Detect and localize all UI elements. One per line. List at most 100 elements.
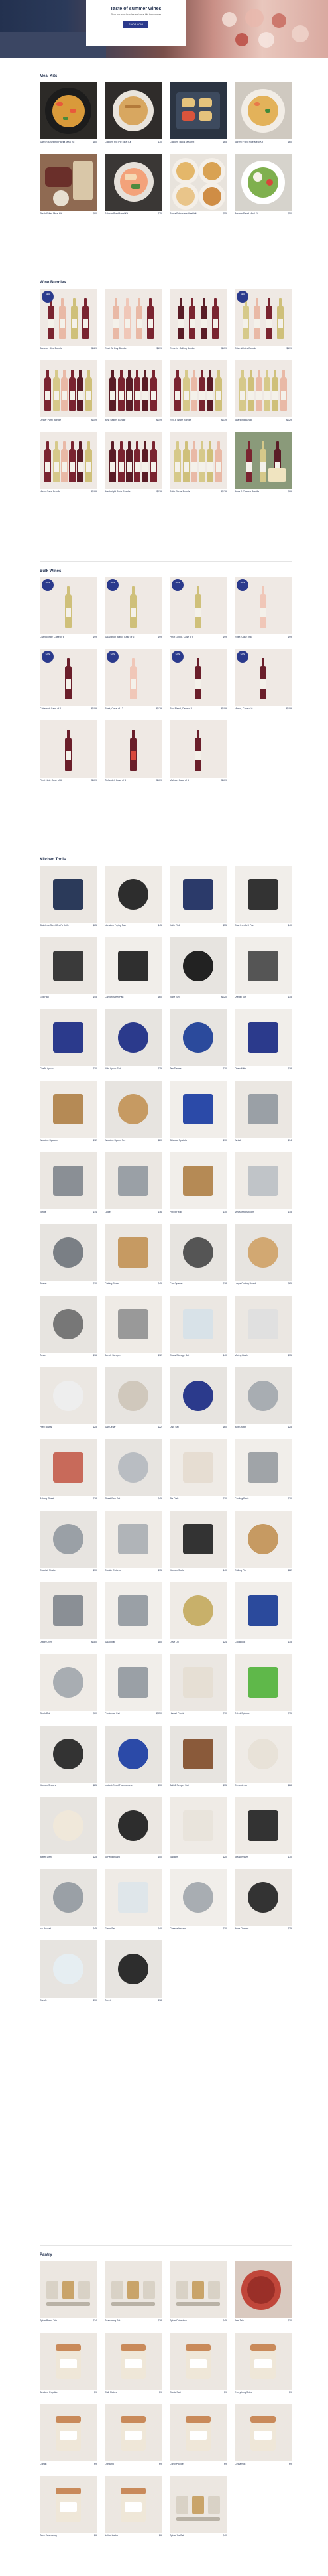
product-card[interactable]: Instant-Read Thermometer $30 — [105, 1726, 162, 1795]
product-card[interactable]: Chef's Apron $30 — [40, 1009, 97, 1078]
product-image[interactable] — [105, 2476, 162, 2533]
product-name[interactable]: Knife Set — [170, 996, 212, 998]
product-image[interactable] — [105, 1224, 162, 1281]
product-name[interactable]: Patio Pours Bundle — [170, 490, 212, 493]
product-name[interactable]: Chef's Apron — [40, 1067, 82, 1070]
product-card[interactable]: Serving Board $50 — [105, 1797, 162, 1866]
product-card[interactable]: Everything Spice $9 — [235, 2333, 292, 2402]
product-card[interactable]: Mixing Bowls $35 — [235, 1296, 292, 1365]
product-image[interactable] — [105, 1940, 162, 1998]
product-image[interactable] — [105, 2261, 162, 2318]
product-card[interactable]: SAVE Red Blend, Case of 6 $109 — [170, 649, 227, 718]
product-card[interactable]: Chili Flakes $9 — [105, 2333, 162, 2402]
product-card[interactable]: Wine Opener $25 — [235, 1869, 292, 1938]
product-image[interactable] — [170, 360, 227, 417]
product-name[interactable]: Glass Set — [105, 1927, 147, 1930]
product-image[interactable] — [170, 1726, 227, 1783]
product-card[interactable]: Spice Jar Set $40 — [170, 2476, 227, 2545]
product-image[interactable] — [40, 1511, 97, 1568]
product-name[interactable]: Peeler — [40, 1282, 82, 1285]
product-name[interactable]: Rosé, Case of 12 — [105, 707, 147, 710]
hero-shop-button[interactable]: SHOP NOW — [123, 20, 149, 28]
product-card[interactable]: Salad Spinner $35 — [235, 1654, 292, 1723]
product-name[interactable]: Smoked Paprika — [40, 2391, 82, 2394]
product-card[interactable]: Shrimp Fried Rice Meal Kit $60 — [235, 82, 292, 151]
product-name[interactable]: Glass Storage Set — [170, 1354, 212, 1357]
product-card[interactable]: Measuring Spoons $15 — [235, 1152, 292, 1221]
product-name[interactable]: Cookware Set — [105, 1712, 147, 1715]
product-name[interactable]: Ice Bucket — [40, 1927, 82, 1930]
product-card[interactable]: Cookware Set $350 — [105, 1654, 162, 1723]
product-image[interactable] — [40, 1582, 97, 1639]
product-image[interactable] — [40, 720, 97, 778]
product-name[interactable]: Salt & Pepper Set — [170, 1784, 212, 1787]
product-card[interactable]: Silicone Spatula $10 — [170, 1081, 227, 1150]
product-image[interactable] — [235, 1224, 292, 1281]
product-image[interactable] — [235, 1367, 292, 1424]
product-image[interactable] — [40, 1296, 97, 1353]
product-card[interactable]: SAVE Pinot Grigio, Case of 6 $99 — [170, 577, 227, 646]
product-image[interactable] — [235, 360, 292, 417]
product-name[interactable]: Mixing Bowls — [235, 1354, 277, 1357]
product-name[interactable]: Steak Frites Meal Kit — [40, 212, 82, 215]
product-name[interactable]: Cabernet, Case of 6 — [40, 707, 82, 710]
product-name[interactable]: Chicken Pot Pie Meal Kit — [105, 141, 147, 143]
product-image[interactable] — [105, 2333, 162, 2390]
product-image[interactable] — [105, 720, 162, 778]
product-card[interactable]: Salmon Bowl Meal Kit $75 — [105, 154, 162, 223]
product-name[interactable]: Red & White Bundle — [170, 419, 212, 421]
product-image[interactable] — [40, 1869, 97, 1926]
product-card[interactable]: Peeler $10 — [40, 1224, 97, 1293]
product-card[interactable]: Smoked Paprika $9 — [40, 2333, 97, 2402]
product-image[interactable] — [105, 1439, 162, 1496]
product-name[interactable]: Grill Pan — [40, 996, 82, 998]
product-name[interactable]: Tongs — [40, 1211, 82, 1213]
product-card[interactable]: Rosé All Day Bundle $119 — [105, 289, 162, 358]
product-name[interactable]: Curry Powder — [170, 2463, 212, 2465]
product-name[interactable]: Pepper Mill — [170, 1211, 212, 1213]
product-image[interactable] — [105, 432, 162, 489]
product-card[interactable]: Wine & Cheese Bundle $99 — [235, 432, 292, 501]
product-name[interactable]: Silicone Spatula — [170, 1139, 212, 1142]
product-image[interactable] — [105, 1009, 162, 1066]
product-image[interactable] — [40, 2333, 97, 2390]
product-card[interactable]: Rolling Pin $22 — [235, 1511, 292, 1580]
product-name[interactable]: Large Cutting Board — [235, 1282, 277, 1285]
product-name[interactable]: Measuring Spoons — [235, 1211, 277, 1213]
product-image[interactable] — [105, 1726, 162, 1783]
product-name[interactable]: Zinfandel, Case of 6 — [105, 779, 147, 781]
product-image[interactable] — [235, 2404, 292, 2461]
product-card[interactable]: Trivet $18 — [105, 1940, 162, 2009]
product-image[interactable] — [40, 1224, 97, 1281]
product-name[interactable]: Pinot Grigio, Case of 6 — [170, 636, 212, 638]
product-card[interactable]: SAVE Rosé, Case of 6 $99 — [235, 577, 292, 646]
product-image[interactable] — [170, 154, 227, 211]
product-card[interactable]: Garlic Salt $9 — [170, 2333, 227, 2402]
product-image[interactable] — [170, 866, 227, 923]
product-image[interactable] — [105, 1797, 162, 1854]
product-name[interactable]: Oregano — [105, 2463, 147, 2465]
product-image[interactable] — [40, 866, 97, 923]
product-name[interactable]: Mixed Case Bundle — [40, 490, 82, 493]
product-name[interactable]: Carbon Steel Pan — [105, 996, 147, 998]
product-card[interactable]: Sheet Pan Set $45 — [105, 1439, 162, 1508]
product-image[interactable] — [235, 1654, 292, 1711]
product-image[interactable] — [105, 1152, 162, 1209]
product-name[interactable]: Saucepan — [105, 1641, 147, 1643]
product-image[interactable] — [170, 432, 227, 489]
product-name[interactable]: Chardonnay, Case of 6 — [40, 636, 82, 638]
product-image[interactable] — [40, 154, 97, 211]
product-card[interactable]: Patio Pours Bundle $129 — [170, 432, 227, 501]
product-name[interactable]: Jam Trio — [235, 2319, 277, 2322]
product-name[interactable]: Knife Roll — [170, 924, 212, 927]
product-card[interactable]: Tongs $14 — [40, 1152, 97, 1221]
product-card[interactable]: Utensil Crock $30 — [170, 1654, 227, 1723]
product-image[interactable] — [235, 1439, 292, 1496]
product-name[interactable]: Cutting Board — [105, 1282, 147, 1285]
product-image[interactable] — [40, 82, 97, 139]
product-name[interactable]: Summer Sips Bundle — [40, 347, 82, 350]
product-name[interactable]: Merlot, Case of 6 — [235, 707, 277, 710]
product-card[interactable]: Kitchen Scale $40 — [170, 1511, 227, 1580]
product-image[interactable] — [170, 1439, 227, 1496]
product-card[interactable]: Best Sellers Bundle $149 — [105, 360, 162, 429]
